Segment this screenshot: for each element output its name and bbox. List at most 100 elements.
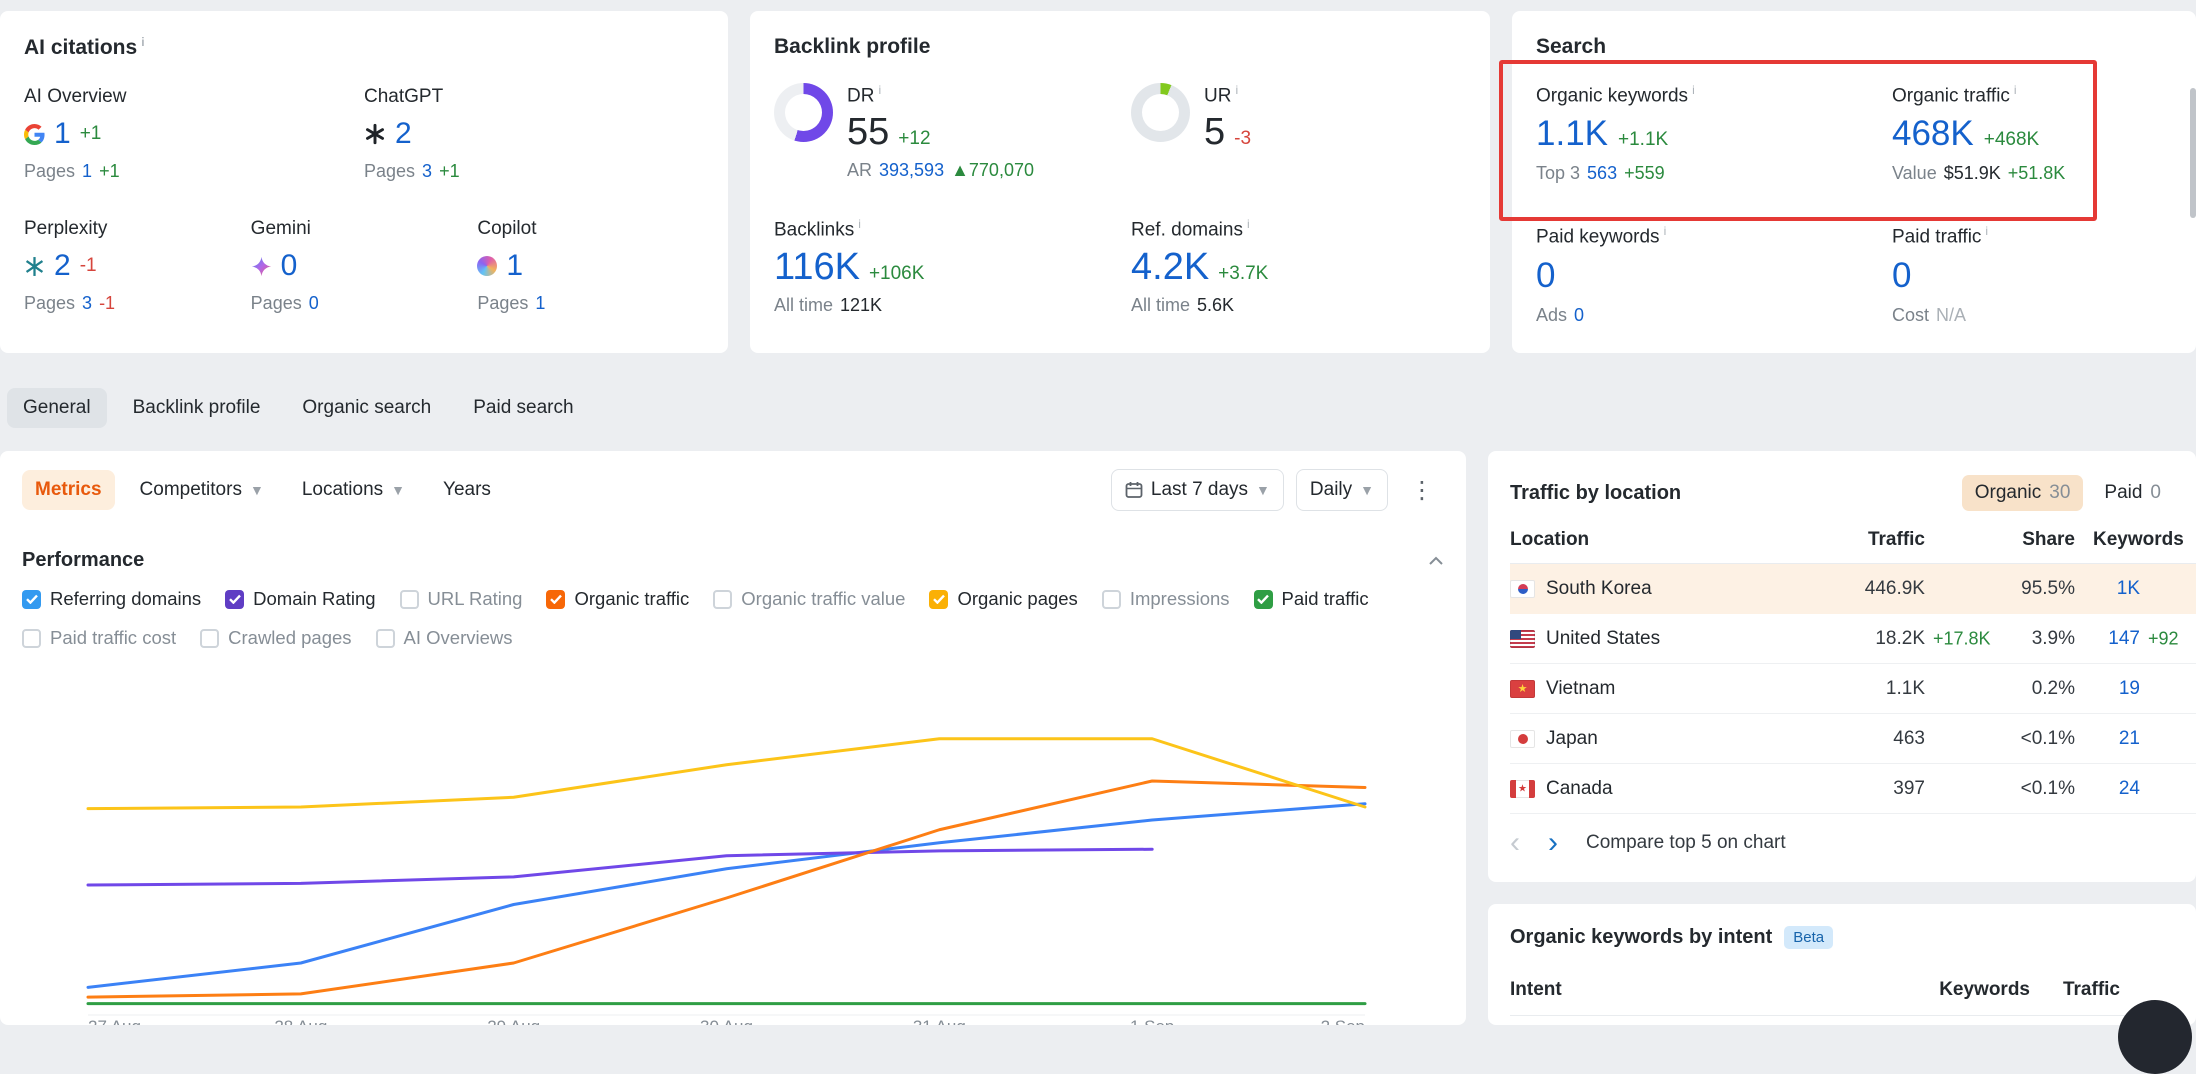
metrics-button[interactable]: Metrics <box>22 470 115 510</box>
metric-checkbox-organic-traffic[interactable]: Organic traffic <box>546 588 689 610</box>
location-name: United States <box>1546 628 1660 650</box>
ai-overview-count[interactable]: 1 <box>54 117 71 151</box>
pages-link[interactable]: 1 <box>82 161 92 182</box>
location-row[interactable]: South Korea 446.9K 95.5% 1K <box>1510 564 2196 614</box>
paid-keywords-block: Paid keywordsi 0 Ads0 <box>1536 224 1892 325</box>
assistant-fab-button[interactable] <box>2118 1000 2192 1074</box>
ur-value: 5 <box>1204 111 1225 154</box>
scrollbar-thumb[interactable] <box>2190 88 2196 218</box>
share-cell: <0.1% <box>1925 728 2075 750</box>
metric-checkbox-url-rating[interactable]: URL Rating <box>400 588 523 610</box>
keywords-link[interactable]: 21 <box>2119 728 2140 749</box>
ai-citation-copilot: Copilot 1 Pages1 <box>477 218 704 314</box>
organic-keywords-value[interactable]: 1.1K <box>1536 114 1608 154</box>
overview-tabs: General Backlink profile Organic search … <box>7 386 590 430</box>
performance-card: Metrics Competitors▼ Locations▼ Years La… <box>0 451 1466 1025</box>
paid-keywords-value[interactable]: 0 <box>1536 256 1555 296</box>
competitors-dropdown[interactable]: Competitors▼ <box>127 470 277 510</box>
keywords-cell: 21 <box>2075 728 2140 750</box>
traffic-cell: 397 <box>1775 778 1925 800</box>
date-range-dropdown[interactable]: Last 7 days▼ <box>1111 469 1284 511</box>
pages-link[interactable]: 3 <box>82 293 92 314</box>
info-icon: i <box>1664 224 1667 238</box>
tab-organic-search[interactable]: Organic search <box>286 388 447 428</box>
x-axis-label: 31 Aug <box>913 1017 966 1025</box>
backlinks-block: Backlinksi 116K+106K All time121K <box>774 217 1131 315</box>
backlinks-value[interactable]: 116K <box>774 246 860 289</box>
keywords-link[interactable]: 1K <box>2117 578 2140 599</box>
ai-citation-chatgpt: ChatGPT 2 Pages3+1 <box>364 86 704 182</box>
metric-checkbox-impressions[interactable]: Impressions <box>1102 588 1230 610</box>
keywords-link[interactable]: 19 <box>2119 678 2140 699</box>
checked-checkbox-icon <box>929 590 948 609</box>
top3-link[interactable]: 563 <box>1587 163 1617 184</box>
keywords-by-intent-card: Organic keywords by intent Beta Intent K… <box>1488 904 2196 1025</box>
checked-checkbox-icon <box>546 590 565 609</box>
metric-checkbox-paid-traffic[interactable]: Paid traffic <box>1254 588 1369 610</box>
chart-line-referring-domains <box>88 804 1365 988</box>
unchecked-checkbox-icon <box>22 629 41 648</box>
info-icon: i <box>878 83 881 97</box>
dr-value: 55 <box>847 111 889 154</box>
gemini-count[interactable]: 0 <box>281 249 298 283</box>
keywords-cell: 147+92 <box>2075 628 2140 650</box>
ads-link[interactable]: 0 <box>1574 305 1584 326</box>
collapse-section-button[interactable] <box>1428 556 1444 566</box>
location-row[interactable]: Japan 463 <0.1% 21 <box>1510 714 2196 764</box>
metric-label: Referring domains <box>50 588 201 610</box>
tab-paid-search[interactable]: Paid search <box>457 388 589 428</box>
tab-general[interactable]: General <box>7 388 107 428</box>
metric-label: Organic traffic <box>574 588 689 610</box>
performance-chart: 27 Aug28 Aug29 Aug30 Aug31 Aug1 Sep2 Sep <box>0 686 1466 1025</box>
keywords-cell: 19 <box>2075 678 2140 700</box>
chart-line-domain-rating <box>88 849 1152 885</box>
checked-checkbox-icon <box>22 590 41 609</box>
next-page-button[interactable]: › <box>1548 833 1558 853</box>
metric-label: Impressions <box>1130 588 1230 610</box>
locations-dropdown[interactable]: Locations▼ <box>289 470 418 510</box>
metric-checkbox-ai-overviews[interactable]: AI Overviews <box>376 627 513 649</box>
more-options-button[interactable]: ⋮ <box>1400 472 1444 509</box>
prev-page-button[interactable]: ‹ <box>1510 833 1520 853</box>
metric-checkbox-domain-rating[interactable]: Domain Rating <box>225 588 375 610</box>
keywords-link[interactable]: 147 <box>2108 628 2140 649</box>
domain-rating-block: DRi 55+12 AR393,593▲770,070 <box>774 83 1131 181</box>
pages-link[interactable]: 3 <box>422 161 432 182</box>
location-row[interactable]: United States 18.2K+17.8K 3.9% 147+92 <box>1510 614 2196 664</box>
keywords-link[interactable]: 24 <box>2119 778 2140 799</box>
location-name: Japan <box>1546 728 1598 750</box>
metric-checkbox-referring-domains[interactable]: Referring domains <box>22 588 201 610</box>
paid-toggle[interactable]: Paid0 <box>2091 475 2174 511</box>
organic-toggle[interactable]: Organic30 <box>1962 475 2084 511</box>
location-name: South Korea <box>1546 578 1652 600</box>
ref-domains-value[interactable]: 4.2K <box>1131 246 1209 289</box>
organic-traffic-value[interactable]: 468K <box>1892 114 1974 154</box>
years-button[interactable]: Years <box>430 470 504 510</box>
ar-link[interactable]: 393,593 <box>879 160 944 181</box>
info-icon: i <box>1985 224 1988 238</box>
chatgpt-count[interactable]: 2 <box>395 117 412 151</box>
unchecked-checkbox-icon <box>376 629 395 648</box>
metric-checkbox-organic-traffic-value[interactable]: Organic traffic value <box>713 588 905 610</box>
pages-link[interactable]: 0 <box>309 293 319 314</box>
metric-label: Domain Rating <box>253 588 375 610</box>
pages-link[interactable]: 1 <box>535 293 545 314</box>
metric-label: Organic pages <box>957 588 1077 610</box>
location-row[interactable]: Vietnam 1.1K 0.2% 19 <box>1510 664 2196 714</box>
metric-checkbox-organic-pages[interactable]: Organic pages <box>929 588 1077 610</box>
metric-checkbox-paid-traffic-cost[interactable]: Paid traffic cost <box>22 627 176 649</box>
metric-checkbox-crawled-pages[interactable]: Crawled pages <box>200 627 351 649</box>
compare-top5-link[interactable]: Compare top 5 on chart <box>1586 832 1786 854</box>
granularity-dropdown[interactable]: Daily▼ <box>1296 469 1388 511</box>
copilot-count[interactable]: 1 <box>506 249 523 283</box>
calendar-icon <box>1125 481 1143 499</box>
tab-backlink-profile[interactable]: Backlink profile <box>117 388 277 428</box>
x-axis-label: 30 Aug <box>700 1017 753 1025</box>
location-row[interactable]: Canada 397 <0.1% 24 <box>1510 764 2196 814</box>
paid-traffic-value[interactable]: 0 <box>1892 256 1911 296</box>
chevron-down-icon: ▼ <box>250 482 264 498</box>
gemini-icon <box>251 256 272 277</box>
ref-domains-block: Ref. domainsi 4.2K+3.7K All time5.6K <box>1131 217 1466 315</box>
perplexity-count[interactable]: 2 <box>54 249 71 283</box>
backlink-profile-card: Backlink profile DRi 55+12 AR393,593▲770… <box>750 11 1490 353</box>
